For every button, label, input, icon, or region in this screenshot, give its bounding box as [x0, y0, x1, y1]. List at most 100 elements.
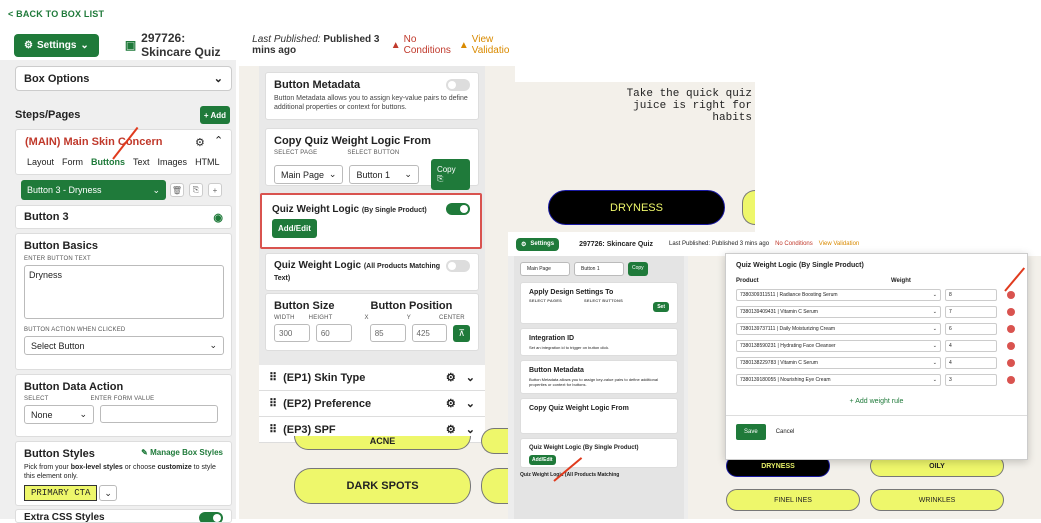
- button-select[interactable]: Button 1 ⌄: [349, 165, 419, 184]
- step-tabs: Layout Form Buttons Text Images HTML: [27, 157, 220, 167]
- step-ep1[interactable]: ⠿ (EP1) Skin Type ⚙ ⌄: [259, 365, 485, 391]
- view-validation-link[interactable]: ▲ View Validatio: [459, 34, 515, 56]
- copy-icon[interactable]: ⎘: [189, 183, 203, 197]
- remove-icon[interactable]: [1007, 359, 1015, 367]
- chevron-down-icon[interactable]: ⌄: [466, 397, 475, 410]
- trash-icon[interactable]: 🗑: [170, 183, 184, 197]
- tab-text[interactable]: Text: [133, 157, 150, 167]
- styles-desc-bold: box-level styles: [70, 464, 123, 471]
- chevron-up-icon[interactable]: ⌃: [214, 134, 223, 147]
- main-step-title[interactable]: (MAIN) Main Skin Concern: [25, 136, 163, 148]
- data-action-select[interactable]: None ⌄: [24, 405, 94, 424]
- weight-input[interactable]: 3: [945, 374, 997, 386]
- inset-button-select[interactable]: Button 1: [574, 262, 624, 276]
- remove-icon[interactable]: [1007, 376, 1015, 384]
- manage-box-styles-link[interactable]: ✎ Manage Box Styles: [141, 448, 223, 460]
- remove-icon[interactable]: [1007, 291, 1015, 299]
- box-options-dropdown[interactable]: Box Options ⌄: [15, 66, 232, 91]
- inset-add-edit-button[interactable]: Add/Edit: [529, 455, 556, 465]
- product-select[interactable]: 7380139180055 | Nourishing Eye Cream ⌄: [736, 374, 941, 386]
- eye-icon[interactable]: ◉: [213, 211, 223, 224]
- weight-input[interactable]: 8: [945, 289, 997, 301]
- gear-icon: ⚙: [24, 39, 33, 51]
- remove-icon[interactable]: [1007, 325, 1015, 333]
- weight-input[interactable]: 4: [945, 340, 997, 352]
- inset-page-select[interactable]: Main Page: [520, 262, 570, 276]
- width-input[interactable]: 300: [274, 324, 310, 342]
- dark-spots-button[interactable]: DARK SPOTS: [294, 468, 471, 504]
- remove-icon[interactable]: [1007, 308, 1015, 316]
- inset-fine-lines-button[interactable]: FINEL INES: [726, 489, 860, 511]
- page-select[interactable]: Main Page ⌄: [274, 165, 344, 184]
- col-product: Product: [736, 278, 759, 284]
- button-select-dropdown[interactable]: Button 3 - Dryness ⌄: [21, 180, 166, 200]
- tab-images[interactable]: Images: [158, 157, 188, 167]
- chevron-down-icon[interactable]: ⌄: [466, 423, 475, 436]
- weight-all-toggle[interactable]: [446, 260, 470, 272]
- y-input[interactable]: 425: [411, 324, 448, 342]
- drag-icon[interactable]: ⠿: [269, 423, 277, 436]
- inset-set-button[interactable]: Set: [653, 302, 669, 312]
- product-select[interactable]: 7380138590231 | Hydrating Face Cleanser ⌄: [736, 340, 941, 352]
- settings-button[interactable]: ⚙ Settings ⌄: [14, 33, 99, 57]
- button-text-input[interactable]: Dryness: [24, 265, 224, 319]
- weight-single-subtitle: (By Single Product): [361, 206, 427, 214]
- tab-html[interactable]: HTML: [195, 157, 220, 167]
- gear-icon[interactable]: ⚙: [446, 397, 456, 410]
- inset-settings-button[interactable]: ⚙ Settings: [516, 237, 560, 251]
- button-action-select[interactable]: Select Button ⌄: [24, 336, 224, 355]
- chevron-down-icon[interactable]: ⌄: [466, 371, 475, 384]
- back-to-box-list-link[interactable]: < BACK TO BOX LIST: [8, 9, 104, 19]
- step-ep2-label: (EP2) Preference: [283, 397, 372, 410]
- gear-icon[interactable]: ⚙: [446, 423, 456, 436]
- product-select[interactable]: 7380139409431 | Vitamin C Serum ⌄: [736, 306, 941, 318]
- product-select[interactable]: 7380139737111 | Daily Moisturizing Cream…: [736, 323, 941, 335]
- enter-text-label: ENTER BUTTON TEXT: [24, 256, 91, 262]
- form-value-input[interactable]: [100, 405, 218, 423]
- no-conditions-link[interactable]: ▲ No Conditions: [391, 34, 451, 56]
- weight-rule-row: 7380139737111 | Daily Moisturizing Cream…: [736, 323, 1017, 335]
- page-value: Main Page: [281, 169, 325, 180]
- add-weight-rule-link[interactable]: + Add weight rule: [736, 398, 1017, 405]
- gear-icon[interactable]: ⚙: [195, 136, 205, 149]
- tab-form[interactable]: Form: [62, 157, 83, 167]
- add-step-button[interactable]: + Add: [200, 106, 230, 124]
- chevron-down-icon: ⌄: [932, 309, 937, 315]
- x-input[interactable]: 85: [369, 324, 406, 342]
- product-select[interactable]: 7380138229783 | Vitamin C Serum ⌄: [736, 357, 941, 369]
- drag-icon[interactable]: ⠿: [269, 371, 277, 384]
- chevron-down-icon: ⌄: [209, 340, 217, 350]
- add-edit-button[interactable]: Add/Edit: [272, 219, 317, 238]
- dryness-button-preview[interactable]: DRYNESS: [548, 190, 725, 225]
- copy-button[interactable]: Copy ⎘: [430, 159, 470, 190]
- action-label: BUTTON ACTION WHEN CLICKED: [24, 327, 126, 333]
- gear-icon[interactable]: ⚙: [446, 371, 456, 384]
- metadata-toggle[interactable]: [446, 79, 470, 91]
- weight-all-title: Quiz Weight Logic: [274, 260, 362, 271]
- step-ep2[interactable]: ⠿ (EP2) Preference ⚙ ⌄: [259, 391, 485, 417]
- weight-input[interactable]: 7: [945, 306, 997, 318]
- height-input[interactable]: 60: [315, 324, 352, 342]
- weight-single-toggle[interactable]: [446, 203, 470, 215]
- inset-settings-label: Settings: [530, 241, 555, 247]
- save-button[interactable]: Save: [736, 424, 766, 440]
- inset-wrinkles-button[interactable]: WRINKLES: [870, 489, 1004, 511]
- plus-icon[interactable]: +: [208, 183, 222, 197]
- acne-button[interactable]: ACNE: [294, 436, 471, 450]
- inset-view-validation[interactable]: View Validation: [819, 241, 859, 247]
- height-label: HEIGHT: [308, 315, 333, 321]
- chevron-down-icon[interactable]: ⌄: [99, 485, 117, 501]
- remove-icon[interactable]: [1007, 342, 1015, 350]
- weight-input[interactable]: 6: [945, 323, 997, 335]
- style-select[interactable]: PRIMARY CTA: [24, 485, 98, 501]
- inset-copy-button[interactable]: Copy: [628, 262, 648, 276]
- inset-no-conditions[interactable]: No Conditions: [775, 241, 813, 247]
- drag-icon[interactable]: ⠿: [269, 397, 277, 410]
- extra-css-toggle[interactable]: [199, 512, 223, 522]
- product-select[interactable]: 7380309311511 | Radiance Boosting Serum ⌄: [736, 289, 941, 301]
- cancel-button[interactable]: Cancel: [776, 429, 795, 435]
- weight-input[interactable]: 4: [945, 357, 997, 369]
- center-button[interactable]: ⊼: [453, 324, 470, 342]
- tab-buttons[interactable]: Buttons: [91, 157, 125, 167]
- tab-layout[interactable]: Layout: [27, 157, 54, 167]
